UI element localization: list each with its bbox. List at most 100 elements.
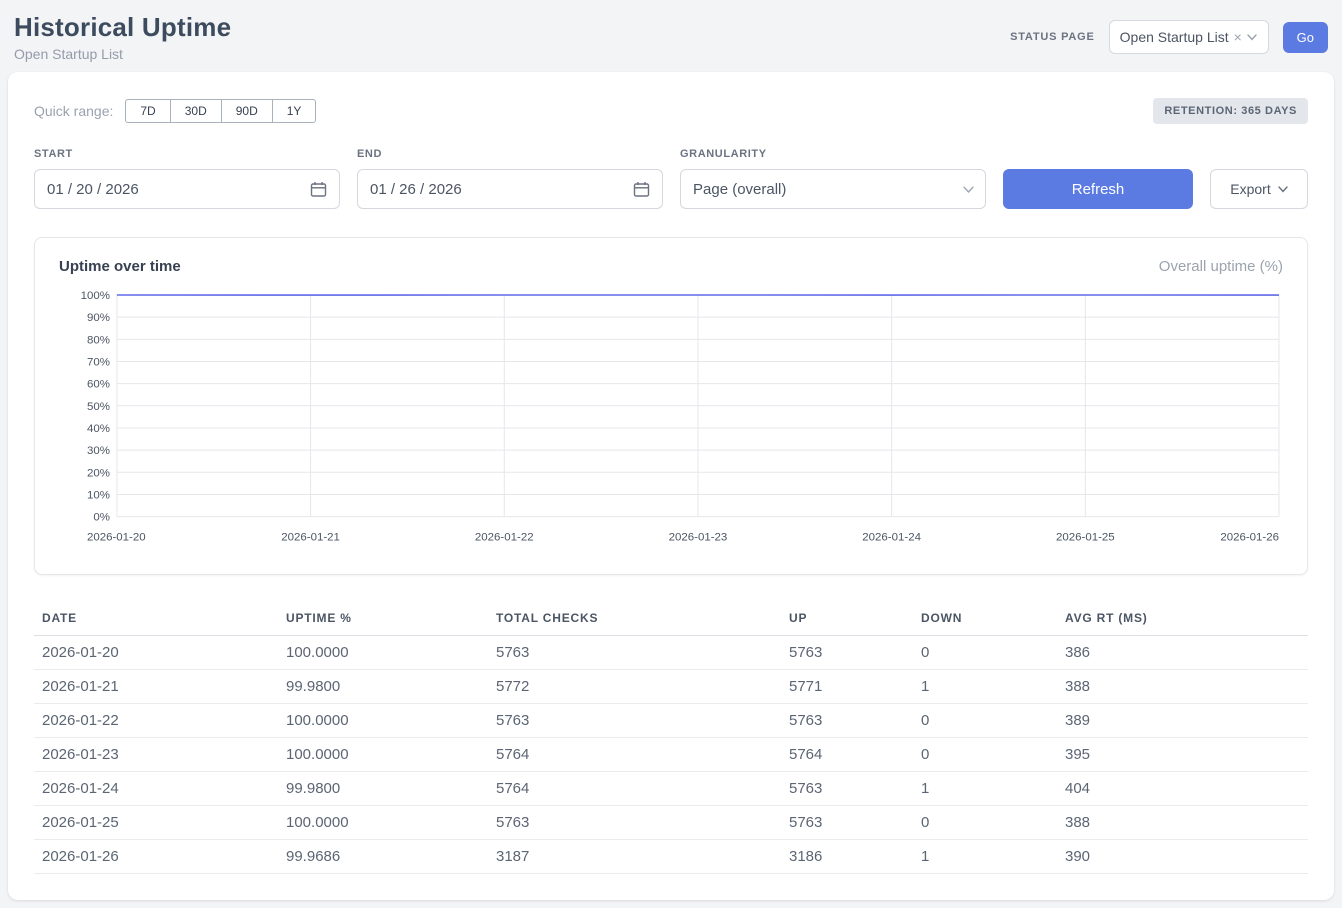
column-header: TOTAL CHECKS xyxy=(488,601,781,636)
table-cell: 100.0000 xyxy=(278,737,488,771)
chevron-down-icon xyxy=(1278,186,1288,193)
y-axis-tick-label: 80% xyxy=(87,334,110,346)
table-body: 2026-01-20100.00005763576303862026-01-21… xyxy=(34,635,1308,873)
table-row: 2026-01-25100.0000576357630388 xyxy=(34,805,1308,839)
table-cell: 5763 xyxy=(488,805,781,839)
title-block: Historical Uptime Open Startup List xyxy=(14,12,231,62)
end-date-input[interactable]: 01 / 26 / 2026 xyxy=(357,169,663,209)
table-cell: 5763 xyxy=(781,635,913,669)
quick-range-left: Quick range: 7D30D90D1Y xyxy=(34,99,316,123)
main-card: Quick range: 7D30D90D1Y RETENTION: 365 D… xyxy=(8,72,1334,900)
quick-range-1y-button[interactable]: 1Y xyxy=(272,99,317,123)
table-row: 2026-01-20100.0000576357630386 xyxy=(34,635,1308,669)
chart-svg: 0%10%20%30%40%50%60%70%80%90%100%2026-01… xyxy=(59,287,1283,555)
table-row: 2026-01-2499.9800576457631404 xyxy=(34,771,1308,805)
table-cell: 1 xyxy=(913,839,1057,873)
quick-range-row: Quick range: 7D30D90D1Y RETENTION: 365 D… xyxy=(34,98,1308,124)
chart-header: Uptime over time Overall uptime (%) xyxy=(59,258,1283,275)
status-page-select[interactable]: Open Startup List × xyxy=(1109,20,1269,54)
y-axis-tick-label: 0% xyxy=(93,512,110,524)
chevron-down-icon xyxy=(1247,34,1257,41)
x-axis-tick-label: 2026-01-20 xyxy=(87,532,146,544)
table-cell: 5763 xyxy=(781,703,913,737)
export-button[interactable]: Export xyxy=(1210,169,1308,209)
table-head: DATEUPTIME %TOTAL CHECKSUPDOWNAVG RT (MS… xyxy=(34,601,1308,636)
y-axis-tick-label: 50% xyxy=(87,401,110,413)
table-cell: 5763 xyxy=(488,635,781,669)
table-cell: 2026-01-26 xyxy=(34,839,278,873)
quick-range-30d-button[interactable]: 30D xyxy=(170,99,222,123)
status-page-label: STATUS PAGE xyxy=(1010,31,1095,43)
x-axis-tick-label: 2026-01-22 xyxy=(475,532,534,544)
table-cell: 100.0000 xyxy=(278,703,488,737)
table-cell: 5771 xyxy=(781,669,913,703)
start-date-value: 01 / 20 / 2026 xyxy=(47,181,139,198)
table-cell: 2026-01-22 xyxy=(34,703,278,737)
table-cell: 3187 xyxy=(488,839,781,873)
start-date-field: START 01 / 20 / 2026 xyxy=(34,148,340,209)
calendar-icon[interactable] xyxy=(633,181,650,198)
topbar-right: STATUS PAGE Open Startup List × Go xyxy=(1010,20,1328,54)
end-date-value: 01 / 26 / 2026 xyxy=(370,181,462,198)
table-cell: 388 xyxy=(1057,805,1308,839)
refresh-button[interactable]: Refresh xyxy=(1003,169,1193,209)
page: Historical Uptime Open Startup List STAT… xyxy=(0,0,1342,908)
column-header: DOWN xyxy=(913,601,1057,636)
export-button-label: Export xyxy=(1230,181,1270,197)
x-axis-tick-label: 2026-01-24 xyxy=(862,532,921,544)
retention-badge: RETENTION: 365 DAYS xyxy=(1153,98,1308,124)
table-row: 2026-01-22100.0000576357630389 xyxy=(34,703,1308,737)
granularity-field: GRANULARITY Page (overall) xyxy=(680,148,986,209)
table-cell: 389 xyxy=(1057,703,1308,737)
y-axis-tick-label: 100% xyxy=(81,290,110,302)
calendar-icon[interactable] xyxy=(310,181,327,198)
y-axis-tick-label: 70% xyxy=(87,356,110,368)
quick-range-90d-button[interactable]: 90D xyxy=(221,99,273,123)
granularity-select[interactable]: Page (overall) xyxy=(680,169,986,209)
y-axis-tick-label: 60% xyxy=(87,379,110,391)
start-date-input[interactable]: 01 / 20 / 2026 xyxy=(34,169,340,209)
uptime-chart-card: Uptime over time Overall uptime (%) 0% 10… xyxy=(34,237,1308,575)
table-cell: 5764 xyxy=(488,737,781,771)
go-button[interactable]: Go xyxy=(1283,22,1328,53)
quick-range-label: Quick range: xyxy=(34,103,113,119)
table-cell: 2026-01-24 xyxy=(34,771,278,805)
y-axis-tick-label: 30% xyxy=(87,445,110,457)
uptime-table: DATEUPTIME %TOTAL CHECKSUPDOWNAVG RT (MS… xyxy=(34,601,1308,874)
table-cell: 1 xyxy=(913,669,1057,703)
table-cell: 5764 xyxy=(488,771,781,805)
start-date-label: START xyxy=(34,148,340,160)
table-cell: 3186 xyxy=(781,839,913,873)
table-cell: 388 xyxy=(1057,669,1308,703)
quick-range-7d-button[interactable]: 7D xyxy=(125,99,170,123)
y-axis-tick-label: 10% xyxy=(87,489,110,501)
table-row: 2026-01-2199.9800577257711388 xyxy=(34,669,1308,703)
x-axis-tick-label: 2026-01-26 xyxy=(1220,532,1279,544)
table-cell: 2026-01-21 xyxy=(34,669,278,703)
table-cell: 5772 xyxy=(488,669,781,703)
clear-icon[interactable]: × xyxy=(1234,30,1242,44)
end-date-field: END 01 / 26 / 2026 xyxy=(357,148,663,209)
table-row: 2026-01-2699.9686318731861390 xyxy=(34,839,1308,873)
table-cell: 5763 xyxy=(781,805,913,839)
column-header: UP xyxy=(781,601,913,636)
table-cell: 1 xyxy=(913,771,1057,805)
chart-legend: Overall uptime (%) xyxy=(1159,258,1283,275)
y-axis-tick-label: 40% xyxy=(87,423,110,435)
x-axis-tick-label: 2026-01-21 xyxy=(281,532,340,544)
table-cell: 404 xyxy=(1057,771,1308,805)
table-header-row: DATEUPTIME %TOTAL CHECKSUPDOWNAVG RT (MS… xyxy=(34,601,1308,636)
table-cell: 99.9800 xyxy=(278,669,488,703)
table-cell: 0 xyxy=(913,805,1057,839)
table-cell: 5764 xyxy=(781,737,913,771)
quick-range-group: 7D30D90D1Y xyxy=(125,99,316,123)
y-axis-tick-label: 90% xyxy=(87,312,110,324)
table-row: 2026-01-23100.0000576457640395 xyxy=(34,737,1308,771)
column-header: DATE xyxy=(34,601,278,636)
page-title: Historical Uptime xyxy=(14,12,231,43)
table-cell: 99.9686 xyxy=(278,839,488,873)
uptime-line-chart: 0%10%20%30%40%50%60%70%80%90%100%2026-01… xyxy=(59,287,1283,560)
table-cell: 5763 xyxy=(781,771,913,805)
table-cell: 2026-01-25 xyxy=(34,805,278,839)
topbar: Historical Uptime Open Startup List STAT… xyxy=(8,8,1334,72)
